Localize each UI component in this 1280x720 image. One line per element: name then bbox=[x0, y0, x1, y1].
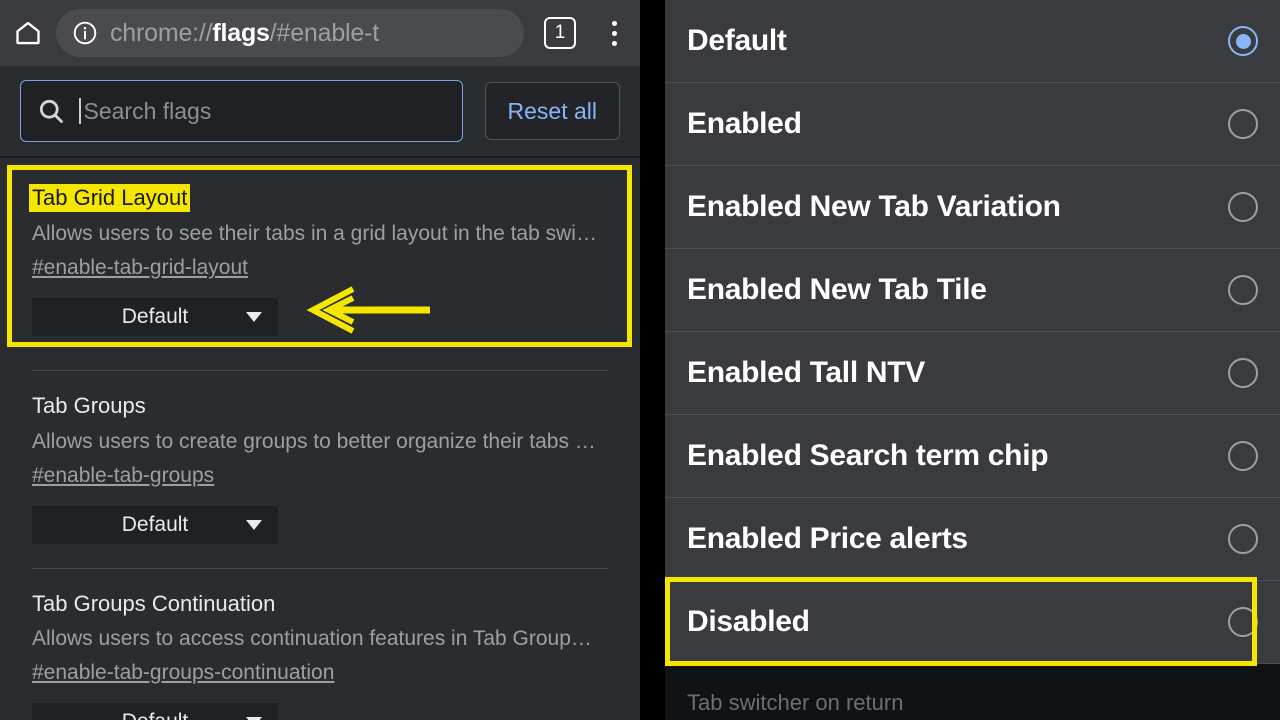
background-flag-caption: Tab switcher on return bbox=[687, 690, 904, 715]
options-radio-list: Default Enabled Enabled New Tab Variatio… bbox=[665, 0, 1280, 664]
radio-button[interactable] bbox=[1228, 275, 1258, 305]
browser-toolbar: chrome://flags/#enable-t 1 bbox=[0, 0, 640, 66]
radio-button[interactable] bbox=[1228, 524, 1258, 554]
radio-button[interactable] bbox=[1228, 109, 1258, 139]
option-label: Enabled New Tab Tile bbox=[687, 273, 987, 306]
radio-button[interactable] bbox=[1228, 358, 1258, 388]
flag-description: Allows users to create groups to better … bbox=[32, 429, 596, 453]
option-row-enabled-new-tab-variation[interactable]: Enabled New Tab Variation bbox=[665, 166, 1280, 249]
option-row-enabled-new-tab-tile[interactable]: Enabled New Tab Tile bbox=[665, 249, 1280, 332]
search-input[interactable]: Search flags bbox=[20, 80, 463, 142]
page-info-icon[interactable] bbox=[72, 20, 98, 46]
url-suffix: /#enable-t bbox=[269, 18, 379, 47]
flag-options-dialog: Default Enabled Enabled New Tab Variatio… bbox=[665, 0, 1280, 720]
flag-state-value: Default bbox=[122, 710, 189, 720]
radio-button[interactable] bbox=[1228, 26, 1258, 56]
menu-dot bbox=[611, 20, 617, 26]
flag-description: Allows users to see their tabs in a grid… bbox=[32, 222, 597, 246]
flag-title: Tab Groups bbox=[32, 393, 146, 419]
text-caret bbox=[79, 98, 81, 124]
tab-counter-button[interactable]: 1 bbox=[532, 17, 588, 49]
flag-title: Tab Groups Continuation bbox=[32, 590, 276, 616]
option-label: Enabled Search term chip bbox=[687, 439, 1049, 472]
annotation-arrow-icon bbox=[306, 286, 430, 334]
search-icon bbox=[39, 99, 63, 123]
radio-button[interactable] bbox=[1228, 192, 1258, 222]
option-row-disabled[interactable]: Disabled bbox=[665, 581, 1280, 664]
option-row-enabled-search-term-chip[interactable]: Enabled Search term chip bbox=[665, 415, 1280, 498]
radio-button[interactable] bbox=[1228, 607, 1258, 637]
flag-id-link[interactable]: #enable-tab-groups-continuation bbox=[32, 661, 334, 685]
option-row-enabled-tall-ntv[interactable]: Enabled Tall NTV bbox=[665, 332, 1280, 415]
browser-window: chrome://flags/#enable-t 1 Search flags bbox=[0, 0, 640, 720]
flag-state-value: Default bbox=[121, 512, 189, 536]
url-prefix: chrome:// bbox=[110, 18, 213, 47]
option-label: Disabled bbox=[687, 605, 810, 638]
flag-id-link[interactable]: #enable-tab-groups bbox=[32, 464, 214, 488]
chevron-down-icon bbox=[246, 519, 262, 530]
option-label: Enabled Tall NTV bbox=[687, 356, 926, 389]
flag-entry-tab-groups-continuation: Tab Groups Continuation Allows users to … bbox=[0, 569, 640, 720]
option-label: Enabled New Tab Variation bbox=[687, 190, 1061, 223]
reset-all-button[interactable]: Reset all bbox=[484, 82, 620, 140]
radio-button[interactable] bbox=[1228, 441, 1258, 471]
flag-state-dropdown[interactable]: Default bbox=[32, 505, 278, 544]
screenshot-root: chrome://flags/#enable-t 1 Search flags bbox=[0, 0, 1280, 720]
search-placeholder: Search flags bbox=[83, 97, 212, 124]
option-row-enabled-price-alerts[interactable]: Enabled Price alerts bbox=[665, 498, 1280, 581]
three-dot-menu-icon[interactable] bbox=[588, 20, 640, 46]
flag-entry-tab-groups: Tab Groups Allows users to create groups… bbox=[0, 371, 640, 553]
option-label: Enabled bbox=[687, 107, 802, 140]
option-label: Default bbox=[687, 24, 787, 57]
home-icon[interactable] bbox=[0, 19, 56, 47]
menu-dot bbox=[611, 30, 617, 36]
address-bar[interactable]: chrome://flags/#enable-t bbox=[56, 9, 524, 57]
menu-dot bbox=[611, 40, 617, 46]
flag-description: Allows users to access continuation feat… bbox=[32, 627, 592, 651]
option-row-enabled[interactable]: Enabled bbox=[665, 83, 1280, 166]
option-row-default[interactable]: Default bbox=[665, 0, 1280, 83]
option-label: Enabled Price alerts bbox=[687, 522, 968, 555]
chevron-down-icon bbox=[246, 312, 262, 323]
tab-count-label: 1 bbox=[544, 17, 576, 49]
search-toolbar: Search flags Reset all bbox=[0, 66, 640, 156]
panel-gap bbox=[640, 0, 665, 720]
url-text: chrome://flags/#enable-t bbox=[110, 19, 379, 48]
flag-state-dropdown[interactable]: Default bbox=[32, 298, 278, 337]
flag-id-link[interactable]: #enable-tab-grid-layout bbox=[32, 256, 248, 280]
flag-state-value: Default bbox=[121, 305, 189, 329]
flags-list: Tab Grid Layout Allows users to see thei… bbox=[0, 158, 640, 720]
flag-title: Tab Grid Layout bbox=[29, 184, 191, 213]
flag-state-dropdown[interactable]: Default bbox=[32, 703, 278, 720]
url-domain: flags bbox=[212, 18, 270, 47]
